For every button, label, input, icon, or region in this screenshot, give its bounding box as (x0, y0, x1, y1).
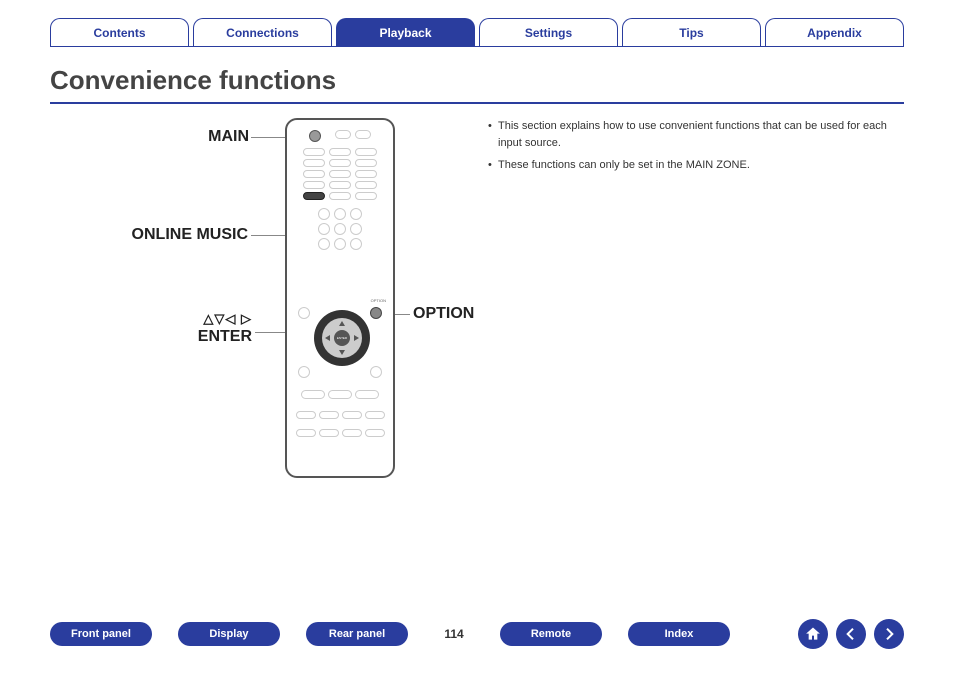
description-text: This section explains how to use conveni… (480, 118, 904, 578)
page-title: Convenience functions (50, 65, 904, 96)
nav-rear-panel[interactable]: Rear panel (306, 622, 408, 646)
nav-index[interactable]: Index (628, 622, 730, 646)
nav-remote[interactable]: Remote (500, 622, 602, 646)
callout-main-text: MAIN (208, 128, 249, 145)
tab-contents[interactable]: Contents (50, 18, 189, 46)
remote-main-button (309, 130, 321, 142)
callout-main: MAIN (189, 128, 249, 146)
tab-appendix[interactable]: Appendix (765, 18, 904, 46)
callout-option-text: OPTION (413, 305, 474, 322)
remote-body: OPTION ENTER (285, 118, 395, 478)
callout-online-music: ONLINE MUSIC (118, 226, 248, 244)
remote-enter-button: ENTER (334, 330, 350, 346)
tab-connections[interactable]: Connections (193, 18, 332, 46)
prev-page-icon[interactable] (836, 619, 866, 649)
nav-display[interactable]: Display (178, 622, 280, 646)
callout-arrows: △▽◁ ▷ ENTER (152, 310, 252, 346)
bottom-nav: Front panel Display Rear panel 114 Remot… (50, 619, 904, 649)
callout-option: OPTION (413, 305, 474, 323)
note-2: These functions can only be set in the M… (488, 157, 904, 174)
tab-playback[interactable]: Playback (336, 18, 475, 46)
home-icon[interactable] (798, 619, 828, 649)
top-tabs: Contents Connections Playback Settings T… (0, 0, 954, 46)
remote-dpad: ENTER (314, 310, 370, 366)
callout-arrows-symbols: △▽◁ ▷ (203, 311, 252, 326)
remote-option-button (370, 307, 382, 319)
tab-settings[interactable]: Settings (479, 18, 618, 46)
remote-diagram-area: MAIN ONLINE MUSIC △▽◁ ▷ ENTER OPTION (50, 118, 480, 578)
callout-online-music-text: ONLINE MUSIC (132, 226, 248, 243)
nav-front-panel[interactable]: Front panel (50, 622, 152, 646)
tab-tips[interactable]: Tips (622, 18, 761, 46)
tab-underline (50, 46, 904, 47)
callout-enter-text: ENTER (198, 328, 252, 345)
remote-option-label: OPTION (371, 298, 386, 303)
remote-online-music-button (303, 192, 325, 200)
note-1: This section explains how to use conveni… (488, 118, 904, 151)
page-number: 114 (434, 627, 474, 641)
next-page-icon[interactable] (874, 619, 904, 649)
